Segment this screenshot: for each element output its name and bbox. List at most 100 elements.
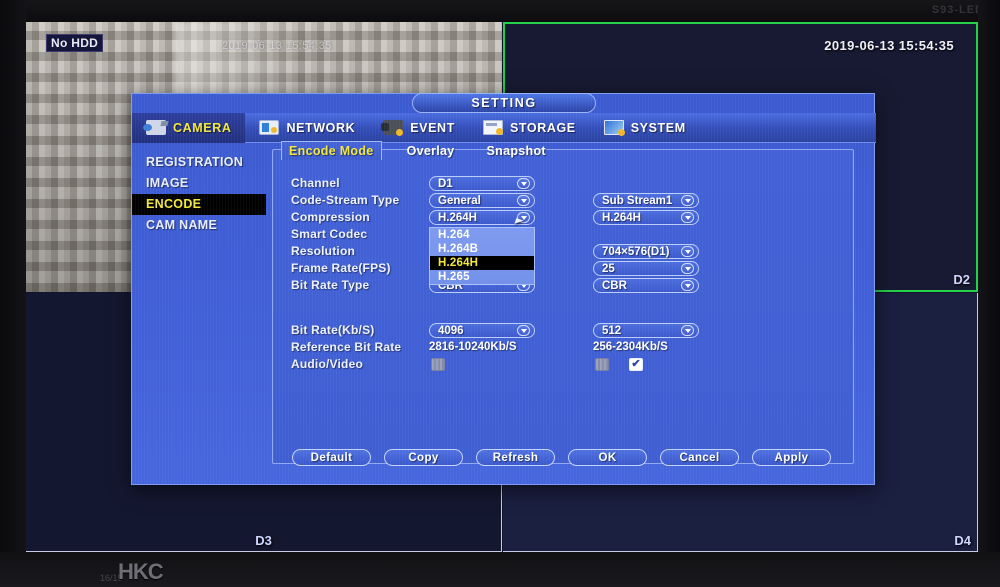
select-bit-rate-main[interactable]: 4096 — [429, 323, 535, 338]
storage-icon — [482, 120, 503, 135]
label-smart-codec: Smart Codec — [291, 227, 368, 241]
cancel-button[interactable]: Cancel — [660, 449, 739, 466]
chevron-down-icon — [681, 280, 694, 291]
pane-label-d2: D2 — [953, 272, 970, 287]
row-compression: Compression H.264H H.264H — [291, 210, 839, 227]
cancel-button-label: Cancel — [679, 451, 720, 464]
nav-tab-event-label: EVENT — [410, 120, 455, 135]
row-bit-rate-type: Bit Rate Type CBR CBR — [291, 278, 839, 295]
chevron-down-icon — [681, 325, 694, 336]
sidebar-item-image[interactable]: IMAGE — [132, 173, 266, 194]
select-compression-sub[interactable]: H.264H — [593, 210, 699, 225]
dropdown-option-h264h[interactable]: H.264H — [430, 256, 534, 270]
dropdown-option-h264b[interactable]: H.264B — [430, 242, 534, 256]
select-bit-rate-type-sub[interactable]: CBR — [593, 278, 699, 293]
camera-icon — [143, 120, 166, 135]
select-channel-value: D1 — [438, 177, 453, 190]
pane-label-d3: D3 — [255, 533, 272, 548]
label-bit-rate: Bit Rate(Kb/S) — [291, 323, 375, 337]
copy-button[interactable]: Copy — [384, 449, 463, 466]
row-resolution: Resolution 704×576(D1) — [291, 244, 839, 261]
select-bit-rate-sub-value: 512 — [602, 324, 622, 337]
select-code-stream-type-main-value: General — [438, 194, 481, 207]
label-reference-bit-rate: Reference Bit Rate — [291, 340, 402, 354]
sidebar-item-encode[interactable]: ENCODE — [132, 194, 266, 215]
select-code-stream-type-sub[interactable]: Sub Stream1 — [593, 193, 699, 208]
label-frame-rate: Frame Rate(FPS) — [291, 261, 391, 275]
copy-button-label: Copy — [408, 451, 439, 464]
dropdown-option-h265[interactable]: H.265 — [430, 270, 534, 284]
apply-button[interactable]: Apply — [752, 449, 831, 466]
select-compression-sub-value: H.264H — [602, 211, 641, 224]
label-channel: Channel — [291, 176, 340, 190]
row-bit-rate: Bit Rate(Kb/S) 4096 512 — [291, 323, 839, 340]
system-icon — [603, 120, 625, 136]
sidebar-item-registration[interactable]: REGISTRATION — [132, 152, 266, 173]
row-audio-video: Audio/Video — [291, 357, 839, 374]
label-audio-video: Audio/Video — [291, 357, 363, 371]
checkbox-audio-video-sub-enabled[interactable] — [629, 358, 643, 371]
pane-d2-timestamp: 2019-06-13 15:54:35 — [824, 38, 954, 53]
row-code-stream-type: Code-Stream Type General Sub Stream1 — [291, 193, 839, 210]
monitor-model-label: S93-LED — [931, 4, 984, 16]
row-channel: Channel D1 — [291, 176, 839, 193]
select-resolution-sub[interactable]: 704×576(D1) — [593, 244, 699, 259]
row-smart-codec: Smart Codec — [291, 227, 839, 244]
nav-tab-camera-label: CAMERA — [173, 120, 232, 135]
label-code-stream-type: Code-Stream Type — [291, 193, 400, 207]
ok-button[interactable]: OK — [568, 449, 647, 466]
nav-tab-camera[interactable]: CAMERA — [132, 112, 246, 143]
sidebar-item-cam-name[interactable]: CAM NAME — [132, 215, 266, 236]
select-bit-rate-sub[interactable]: 512 — [593, 323, 699, 338]
nav-tab-network-label: NETWORK — [286, 120, 356, 135]
dialog-title: SETTING — [471, 96, 537, 110]
monitor-bezel-right — [978, 0, 1000, 587]
subtab-overlay[interactable]: Overlay — [400, 142, 462, 160]
dropdown-option-h264[interactable]: H.264 — [430, 228, 534, 242]
checkbox-audio-video-sub-disabled[interactable] — [595, 358, 609, 371]
chevron-down-icon — [517, 178, 530, 189]
network-icon — [259, 120, 280, 135]
chevron-down-icon — [681, 212, 694, 223]
select-code-stream-type-main[interactable]: General — [429, 193, 535, 208]
monitor-brand-logo: HKC — [118, 559, 164, 584]
compression-dropdown-list[interactable]: H.264 H.264B H.264H H.265 — [429, 227, 535, 285]
dialog-sidebar: REGISTRATION IMAGE ENCODE CAM NAME — [132, 143, 266, 236]
chevron-down-icon — [681, 246, 694, 257]
default-button[interactable]: Default — [292, 449, 371, 466]
no-hdd-badge: No HDD — [46, 34, 104, 52]
chevron-down-icon — [517, 195, 530, 206]
chevron-down-icon — [517, 325, 530, 336]
monitor-screen: No HDD 2019-06-13 15:54:35 2019-06-13 15… — [0, 0, 1000, 587]
setting-dialog: SETTING CAMERA NETWORK EVENT STORAGE SYS… — [131, 93, 876, 485]
chevron-down-icon — [681, 195, 694, 206]
pane-d1-timestamp: 2019-06-13 15:54:35 — [222, 40, 332, 52]
encode-form: Channel D1 Code-Stream Type General Sub … — [291, 176, 839, 374]
select-resolution-sub-value: 704×576(D1) — [602, 245, 670, 258]
select-channel[interactable]: D1 — [429, 176, 535, 191]
reference-bit-rate-sub-value: 256-2304Kb/S — [593, 341, 668, 353]
pane-label-d4: D4 — [954, 533, 971, 548]
refresh-button[interactable]: Refresh — [476, 449, 555, 466]
dialog-button-row: Default Copy Refresh OK Cancel Apply — [292, 449, 831, 466]
ok-button-label: OK — [598, 451, 617, 464]
subtab-encode-mode[interactable]: Encode Mode — [281, 141, 382, 160]
subtab-snapshot[interactable]: Snapshot — [480, 142, 553, 160]
select-frame-rate-sub-value: 25 — [602, 262, 615, 275]
nav-tab-system[interactable]: SYSTEM — [590, 113, 700, 143]
monitor-bezel-bottom: 16/19 HKC — [0, 552, 1000, 587]
label-compression: Compression — [291, 210, 370, 224]
select-bit-rate-main-value: 4096 — [438, 324, 464, 337]
reference-bit-rate-main-value: 2816-10240Kb/S — [429, 341, 517, 353]
checkbox-audio-video-main[interactable] — [431, 358, 445, 371]
nav-tab-system-label: SYSTEM — [630, 120, 686, 135]
row-spacer — [291, 295, 839, 323]
select-compression-main-value: H.264H — [438, 211, 477, 224]
monitor-bezel-left — [0, 0, 26, 587]
chevron-down-icon — [681, 263, 694, 274]
encode-panel: Encode Mode Overlay Snapshot Channel D1 … — [272, 141, 854, 464]
encode-subtabs: Encode Mode Overlay Snapshot — [273, 138, 553, 160]
row-reference-bit-rate: Reference Bit Rate 2816-10240Kb/S 256-23… — [291, 340, 839, 357]
select-frame-rate-sub[interactable]: 25 — [593, 261, 699, 276]
dialog-title-bar: SETTING — [412, 93, 596, 113]
